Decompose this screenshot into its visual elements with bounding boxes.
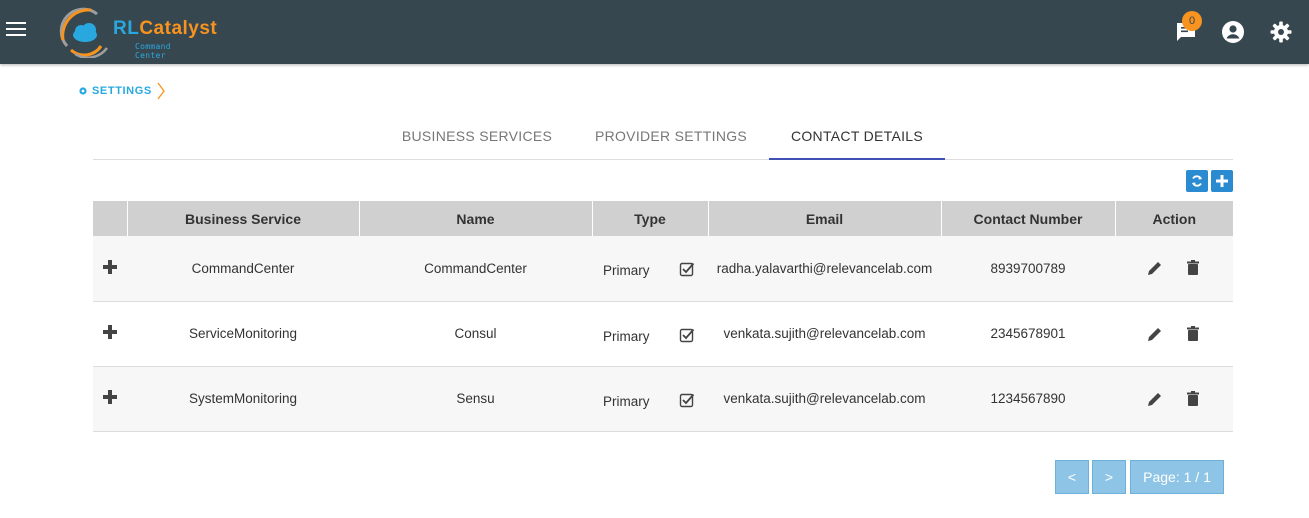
- logo-tagline: Command Center: [135, 42, 171, 60]
- logo-mark-icon: [59, 7, 109, 59]
- tab-contact-details[interactable]: CONTACT DETAILS: [769, 116, 945, 160]
- cell-action: [1115, 366, 1233, 432]
- type-label: Primary: [603, 263, 650, 278]
- gear-icon: [79, 87, 87, 95]
- cell-email: venkata.sujith@relevancelab.com: [708, 301, 941, 367]
- table-row: SystemMonitoring Sensu Primary venkata.s…: [93, 366, 1233, 432]
- refresh-button[interactable]: [1186, 170, 1208, 192]
- column-header-name[interactable]: Name: [359, 201, 593, 236]
- breadcrumb: SETTINGS: [78, 82, 165, 100]
- chevron-right-icon: [157, 82, 165, 100]
- primary-checkbox-icon[interactable]: [679, 392, 695, 408]
- contact-details-table: Business Service Name Type Email Contact…: [93, 201, 1233, 432]
- column-header-action: Action: [1115, 201, 1233, 236]
- cell-type: Primary: [592, 301, 708, 367]
- delete-icon[interactable]: [1184, 325, 1202, 343]
- breadcrumb-settings-link[interactable]: SETTINGS: [92, 85, 152, 97]
- logo-wordmark: RLCatalyst: [113, 18, 218, 39]
- notification-badge: 0: [1182, 11, 1202, 31]
- delete-icon[interactable]: [1184, 259, 1202, 277]
- column-header-email[interactable]: Email: [708, 201, 942, 236]
- tab-business-services[interactable]: BUSINESS SERVICES: [389, 116, 565, 160]
- cell-contact-number: 1234567890: [941, 366, 1115, 432]
- app-logo[interactable]: RLCatalyst Command Center: [57, 6, 217, 60]
- page-indicator: Page: 1 / 1: [1130, 460, 1224, 494]
- cell-type: Primary: [592, 366, 708, 432]
- refresh-icon: [1192, 175, 1202, 187]
- add-contact-button[interactable]: [1211, 170, 1233, 192]
- column-header-contact-number[interactable]: Contact Number: [941, 201, 1116, 236]
- menu-icon[interactable]: [6, 22, 26, 38]
- account-icon[interactable]: [1221, 20, 1245, 44]
- type-label: Primary: [603, 328, 650, 344]
- table-header-row: Business Service Name Type Email Contact…: [93, 201, 1233, 236]
- cell-business-service: CommandCenter: [127, 236, 359, 302]
- cell-business-service: SystemMonitoring: [127, 366, 359, 432]
- type-label: Primary: [603, 393, 650, 409]
- top-app-bar: RLCatalyst Command Center 0: [0, 0, 1309, 64]
- column-header-expand: [93, 201, 128, 236]
- cell-contact-number: 8939700789: [941, 236, 1115, 302]
- primary-checkbox-icon[interactable]: [679, 261, 695, 277]
- cell-email: radha.yalavarthi@relevancelab.com: [708, 236, 941, 302]
- cell-name: Consul: [359, 301, 592, 367]
- primary-checkbox-icon[interactable]: [679, 327, 695, 343]
- cell-business-service: ServiceMonitoring: [127, 301, 359, 367]
- table-row: ServiceMonitoring Consul Primary venkata…: [93, 301, 1233, 367]
- cell-action: [1115, 301, 1233, 367]
- edit-icon[interactable]: [1146, 259, 1164, 277]
- expand-row-icon[interactable]: [103, 259, 117, 274]
- next-page-button[interactable]: >: [1092, 460, 1126, 494]
- column-header-type[interactable]: Type: [592, 201, 709, 236]
- column-header-business-service[interactable]: Business Service: [127, 201, 360, 236]
- expand-row-icon[interactable]: [103, 325, 117, 339]
- cell-name: CommandCenter: [359, 236, 592, 302]
- delete-icon[interactable]: [1184, 390, 1202, 408]
- prev-page-button[interactable]: <: [1055, 460, 1089, 494]
- edit-icon[interactable]: [1146, 325, 1164, 343]
- tab-provider-settings[interactable]: PROVIDER SETTINGS: [583, 116, 759, 160]
- cell-email: venkata.sujith@relevancelab.com: [708, 366, 941, 432]
- cell-action: [1115, 236, 1233, 302]
- cell-name: Sensu: [359, 366, 592, 432]
- cell-type: Primary: [592, 236, 708, 302]
- plus-icon: [1216, 175, 1228, 187]
- cell-contact-number: 2345678901: [941, 301, 1115, 367]
- settings-tabs: BUSINESS SERVICES PROVIDER SETTINGS CONT…: [93, 116, 1233, 160]
- table-row: CommandCenter CommandCenter Primary radh…: [93, 236, 1233, 302]
- edit-icon[interactable]: [1146, 390, 1164, 408]
- expand-row-icon[interactable]: [103, 390, 117, 404]
- settings-icon[interactable]: [1269, 20, 1293, 44]
